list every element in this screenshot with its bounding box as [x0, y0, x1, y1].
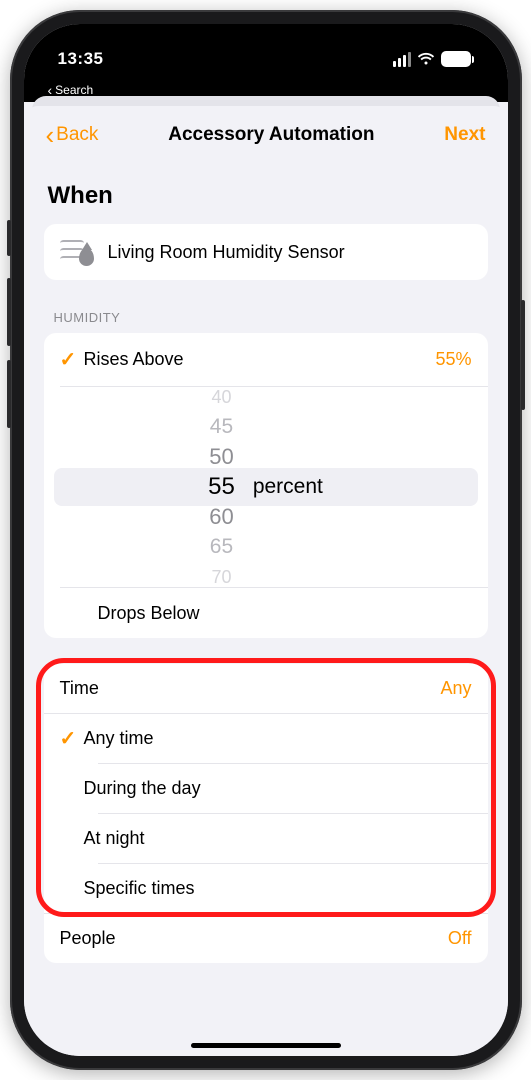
wifi-icon [417, 52, 435, 66]
time-option-specific[interactable]: ✓ Specific times [44, 864, 488, 913]
volume-up-button [7, 278, 11, 346]
time-header-row[interactable]: Time Any [44, 664, 488, 713]
time-header-label: Time [60, 678, 99, 699]
humidity-sensor-icon [60, 238, 94, 266]
drops-below-label: Drops Below [98, 603, 472, 624]
breadcrumb[interactable]: ‹ Search [48, 82, 94, 98]
time-option-any[interactable]: ✓ Any time [44, 714, 488, 763]
time-card: Time Any ✓ Any time ✓ During the day [44, 664, 488, 963]
people-label: People [60, 928, 116, 949]
rises-above-value: 55% [435, 349, 471, 370]
chevron-left-icon: ‹ [46, 122, 55, 148]
power-button [521, 300, 525, 410]
rises-above-row[interactable]: ✓ Rises Above 55% [44, 333, 488, 386]
cellular-icon [393, 52, 411, 67]
humidity-card: ✓ Rises Above 55% 40 45 50 55 60 [44, 333, 488, 638]
checkmark-icon: ✓ [60, 347, 84, 372]
back-button[interactable]: ‹ Back [46, 122, 99, 148]
back-label: Back [56, 124, 98, 146]
picker-unit: percent [253, 475, 323, 499]
accessory-name: Living Room Humidity Sensor [108, 242, 345, 263]
time-option-night[interactable]: ✓ At night [44, 814, 488, 863]
chevron-left-icon: ‹ [48, 82, 53, 98]
rises-above-label: Rises Above [84, 349, 436, 370]
people-row[interactable]: People Off [44, 914, 488, 963]
picker-selected: 55 [208, 472, 235, 502]
section-heading: When [48, 182, 484, 210]
accessory-row[interactable]: Living Room Humidity Sensor [44, 224, 488, 280]
page-title: Accessory Automation [168, 124, 374, 146]
home-indicator[interactable] [191, 1043, 341, 1048]
humidity-picker[interactable]: 40 45 50 55 60 65 70 percent [44, 387, 488, 587]
checkmark-icon: ✓ [60, 726, 84, 751]
status-time: 13:35 [58, 49, 104, 69]
humidity-header: HUMIDITY [54, 310, 478, 325]
people-value: Off [448, 928, 472, 949]
phone-frame: 13:35 45 [10, 10, 522, 1070]
side-button [7, 220, 11, 256]
battery-icon: 45 [441, 51, 474, 67]
next-button[interactable]: Next [444, 124, 485, 146]
picker-values[interactable]: 40 45 50 55 60 65 70 [208, 382, 235, 592]
breadcrumb-label: Search [55, 83, 93, 97]
nav-bar: ‹ Back Accessory Automation Next [24, 122, 508, 148]
drops-below-row[interactable]: Drops Below [44, 588, 488, 638]
time-header-value: Any [440, 678, 471, 699]
time-option-day[interactable]: ✓ During the day [44, 764, 488, 813]
dynamic-island [201, 42, 331, 78]
volume-down-button [7, 360, 11, 428]
screen: 13:35 45 [24, 24, 508, 1056]
